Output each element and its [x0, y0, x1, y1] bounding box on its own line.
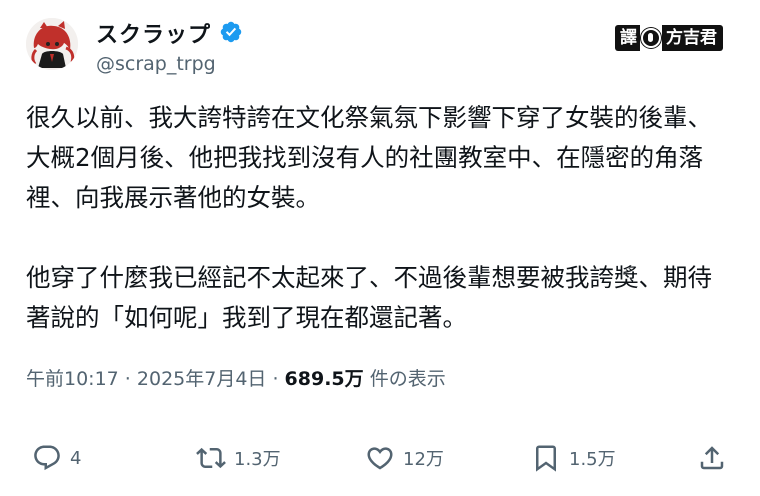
- watermark-left-text: 譯: [615, 25, 640, 51]
- share-button[interactable]: [697, 440, 727, 476]
- bookmark-count: 1.5万: [569, 449, 616, 470]
- tweet-text-line: 裡、向我展示著他的女裝。: [26, 183, 320, 212]
- meta-separator: ·: [118, 368, 137, 390]
- tweet-meta: 午前10:17 · 2025年7月4日 · 689.5万 件の表示: [26, 364, 446, 391]
- heart-icon: [367, 447, 393, 470]
- tweet-text: 很久以前、我大誇特誇在文化祭氣氛下影響下穿了女裝的後輩、 大概2個月後、他把我找…: [26, 98, 746, 338]
- reply-count: 4: [70, 447, 82, 469]
- bookmark-icon: [536, 445, 556, 472]
- tweet-date[interactable]: 2025年7月4日: [137, 368, 267, 390]
- like-count: 12万: [403, 449, 444, 470]
- action-bar: 4 1.3万 12万 1.5万: [0, 440, 760, 476]
- avatar[interactable]: [26, 18, 78, 70]
- view-count: 689.5万: [284, 368, 364, 390]
- bookmark-button[interactable]: 1.5万: [531, 440, 616, 476]
- user-handle[interactable]: @scrap_trpg: [96, 53, 216, 75]
- retweet-button[interactable]: 1.3万: [196, 440, 281, 476]
- share-icon: [700, 446, 724, 470]
- reply-button[interactable]: 4: [32, 440, 81, 476]
- view-count-label: 件の表示: [363, 368, 446, 390]
- translator-watermark: 譯 方吉君: [615, 24, 723, 52]
- tweet-text-line: 著說的「如何呢」我到了現在都還記著。: [26, 303, 467, 332]
- tweet-text-line: 很久以前、我大誇特誇在文化祭氣氛下影響下穿了女裝的後輩、: [26, 103, 712, 132]
- watermark-logo-icon: [641, 28, 661, 48]
- display-name[interactable]: スクラップ: [96, 17, 211, 49]
- tweet-text-line: 他穿了什麼我已經記不太起來了、不過後輩想要被我誇獎、期待: [26, 263, 712, 292]
- reply-icon: [34, 445, 60, 471]
- watermark-right-text: 方吉君: [662, 25, 723, 51]
- meta-separator: ·: [266, 368, 285, 390]
- verified-badge-icon: [219, 20, 243, 44]
- avatar-image: [26, 18, 78, 70]
- retweet-count: 1.3万: [234, 449, 281, 470]
- tweet-time[interactable]: 午前10:17: [26, 368, 119, 390]
- like-button[interactable]: 12万: [365, 440, 444, 476]
- tweet-card: スクラップ @scrap_trpg 譯 方吉君 很久以前、我大誇特誇在文化祭氣氛…: [0, 0, 760, 496]
- retweet-icon: [196, 447, 226, 469]
- tweet-text-line: 大概2個月後、他把我找到沒有人的社團教室中、在隱密的角落: [26, 143, 704, 172]
